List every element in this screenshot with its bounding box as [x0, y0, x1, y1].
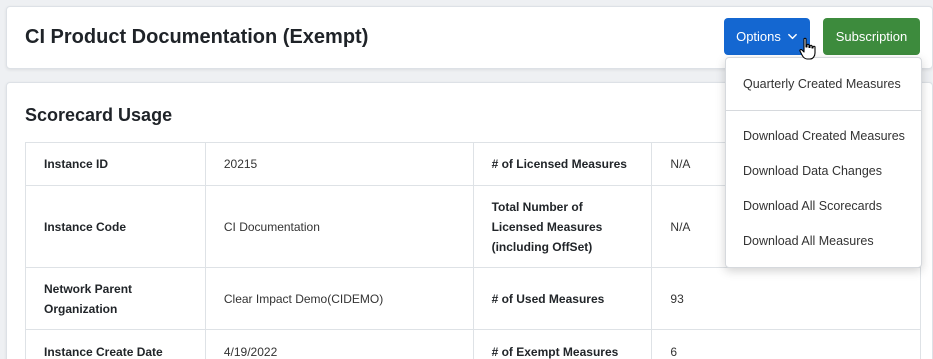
options-dropdown-menu: Quarterly Created Measures Download Crea…	[725, 57, 922, 268]
options-button-label: Options	[736, 29, 781, 44]
used-measures-value: 93	[651, 267, 921, 330]
used-measures-label: # of Used Measures	[472, 267, 653, 330]
instance-code-label: Instance Code	[25, 185, 206, 268]
network-parent-value: Clear Impact Demo(CIDEMO)	[204, 267, 474, 330]
instance-code-value: CI Documentation	[204, 185, 474, 268]
options-button[interactable]: Options	[724, 18, 810, 55]
exempt-measures-label: # of Exempt Measures	[472, 329, 653, 359]
subscription-button-label: Subscription	[835, 29, 908, 44]
section-title: Scorecard Usage	[25, 105, 173, 125]
page-title: CI Product Documentation (Exempt)	[25, 26, 369, 48]
instance-create-date-value: 4/19/2022	[204, 329, 474, 359]
menu-item-quarterly-created-measures[interactable]: Quarterly Created Measures	[743, 77, 901, 91]
licensed-measures-label: # of Licensed Measures	[472, 142, 653, 186]
instance-id-value: 20215	[204, 142, 474, 186]
menu-item-download-data-changes[interactable]: Download Data Changes	[743, 164, 882, 178]
menu-divider	[726, 110, 921, 111]
exempt-measures-value: 6	[651, 329, 921, 359]
hand-pointer-icon	[799, 37, 816, 60]
network-parent-label: Network Parent Organization	[25, 267, 206, 330]
total-licensed-measures-label: Total Number of Licensed Measures (inclu…	[472, 185, 653, 268]
menu-item-download-all-measures[interactable]: Download All Measures	[743, 234, 874, 248]
menu-item-download-all-scorecards[interactable]: Download All Scorecards	[743, 199, 882, 213]
table-row: Instance Create Date 4/19/2022 # of Exem…	[25, 329, 921, 359]
subscription-button[interactable]: Subscription	[823, 18, 920, 55]
instance-create-date-label: Instance Create Date	[25, 329, 206, 359]
instance-id-label: Instance ID	[25, 142, 206, 186]
table-row: Network Parent Organization Clear Impact…	[25, 267, 921, 330]
chevron-down-icon	[788, 33, 797, 40]
menu-item-download-created-measures[interactable]: Download Created Measures	[743, 129, 905, 143]
